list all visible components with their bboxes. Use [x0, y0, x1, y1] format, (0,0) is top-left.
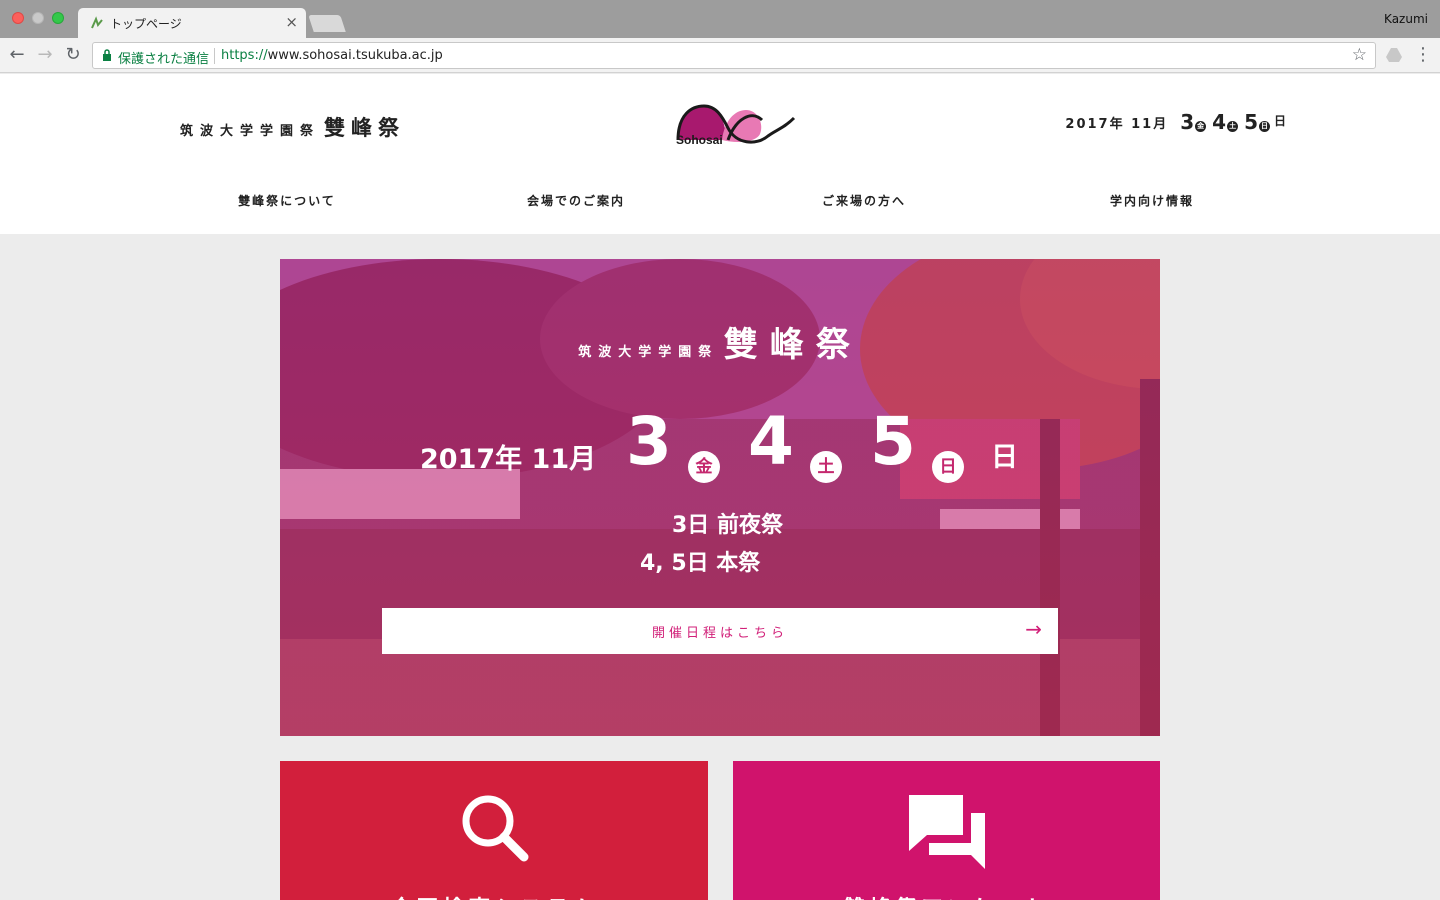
hero-title-subtitle: 筑波大学学園祭	[578, 345, 719, 360]
hero-date-day: 4	[748, 403, 794, 480]
url-host: www.sohosai.tsukuba.ac.jp	[267, 48, 443, 63]
chat-icon	[909, 795, 985, 869]
new-tab-button[interactable]	[308, 15, 346, 32]
hero-eve-schedule: 3日 前夜祭	[672, 513, 783, 538]
survey-card[interactable]: 雙峰祭アンケート	[733, 761, 1160, 900]
hero-date-weekday: 土	[810, 451, 842, 483]
hero-date-day: 3	[626, 403, 672, 480]
sohosai-logo[interactable]: Sohosai	[672, 100, 796, 148]
browser-toolbar: ← → ↻ 保護された通信 https://www.sohosai.tsukub…	[0, 38, 1440, 73]
hero-date-weekday: 日	[932, 451, 964, 483]
hero-date-suffix: 日	[991, 442, 1018, 473]
tab-title: トップページ	[110, 17, 182, 31]
header-date-year-month: 2017年 11月	[1065, 117, 1169, 132]
nav-item-visitors[interactable]: ご来場の方へ	[822, 192, 906, 209]
profile-name[interactable]: Kazumi	[1384, 12, 1428, 26]
window-minimize-button[interactable]	[32, 12, 44, 24]
svg-text:Sohosai: Sohosai	[676, 133, 723, 147]
reload-icon[interactable]: ↻	[62, 44, 84, 66]
card-title: 雙峰祭アンケート	[733, 891, 1160, 900]
brand-subtitle: 筑波大学学園祭	[180, 124, 321, 139]
address-bar[interactable]: 保護された通信 https://www.sohosai.tsukuba.ac.j…	[92, 42, 1376, 69]
schedule-link-button[interactable]: 開催日程はこちら →	[382, 608, 1058, 654]
header-date-day: 5	[1244, 110, 1258, 134]
site-header: 筑波大学学園祭 雙峰祭 Sohosai 2017年 11月 3金 4土 5日 日…	[0, 74, 1440, 234]
search-icon	[462, 795, 529, 862]
hero-date-year-month: 2017年 11月	[420, 444, 597, 475]
favicon-icon	[91, 16, 103, 29]
hero-banner: 筑波大学学園祭 雙峰祭 2017年 11月 3 金 4 土 5 日 日 3日 前…	[280, 259, 1160, 736]
header-date-weekday: 日	[1258, 121, 1270, 132]
hero-date-day: 5	[870, 403, 916, 480]
nav-item-campus-info[interactable]: 学内向け情報	[1110, 192, 1194, 209]
schedule-link-label: 開催日程はこちら	[651, 626, 788, 641]
address-divider	[214, 48, 215, 64]
header-event-date: 2017年 11月 3金 4土 5日 日	[1065, 112, 1286, 132]
hero-date-weekday: 金	[688, 451, 720, 483]
url-text[interactable]: https://www.sohosai.tsukuba.ac.jp	[221, 48, 443, 63]
header-date-weekday: 金	[1195, 121, 1207, 132]
forward-arrow-icon[interactable]: →	[34, 44, 56, 66]
tab-close-icon[interactable]: ×	[285, 13, 298, 31]
hero-title-main: 雙峰祭	[723, 325, 862, 365]
lock-icon	[103, 49, 111, 61]
secure-connection-label[interactable]: 保護された通信	[118, 48, 209, 67]
header-date-day: 4	[1212, 110, 1227, 134]
window-zoom-button[interactable]	[52, 12, 64, 24]
hero-title: 筑波大学学園祭 雙峰祭	[280, 317, 1160, 366]
project-search-card[interactable]: 企画検索システム	[280, 761, 708, 900]
browser-tab-strip: トップページ × Kazumi	[0, 0, 1440, 38]
bookmark-star-icon[interactable]: ☆	[1352, 45, 1367, 65]
hero-main-schedule: 4, 5日 本祭	[640, 551, 761, 576]
brand-title: 雙峰祭	[324, 116, 406, 140]
browser-tab-active[interactable]: トップページ ×	[78, 8, 306, 38]
url-scheme: https://	[221, 48, 268, 63]
hero-event-date: 2017年 11月 3 金 4 土 5 日 日	[420, 409, 1040, 489]
nav-item-venue-guide[interactable]: 会場でのご案内	[527, 192, 625, 209]
site-brand[interactable]: 筑波大学学園祭 雙峰祭	[180, 112, 405, 142]
header-date-day: 3	[1180, 110, 1195, 134]
nav-item-about[interactable]: 雙峰祭について	[238, 192, 336, 209]
back-arrow-icon[interactable]: ←	[6, 44, 28, 66]
card-title: 企画検索システム	[280, 891, 708, 900]
arrow-right-icon: →	[1025, 617, 1042, 641]
browser-menu-icon[interactable]: ⋮	[1414, 44, 1432, 65]
drive-extension-icon[interactable]	[1386, 48, 1402, 62]
header-date-weekday: 土	[1227, 121, 1239, 132]
header-date-suffix: 日	[1273, 114, 1286, 128]
window-close-button[interactable]	[12, 12, 24, 24]
main-navigation: 雙峰祭について 会場でのご案内 ご来場の方へ 学内向け情報	[0, 192, 1440, 212]
